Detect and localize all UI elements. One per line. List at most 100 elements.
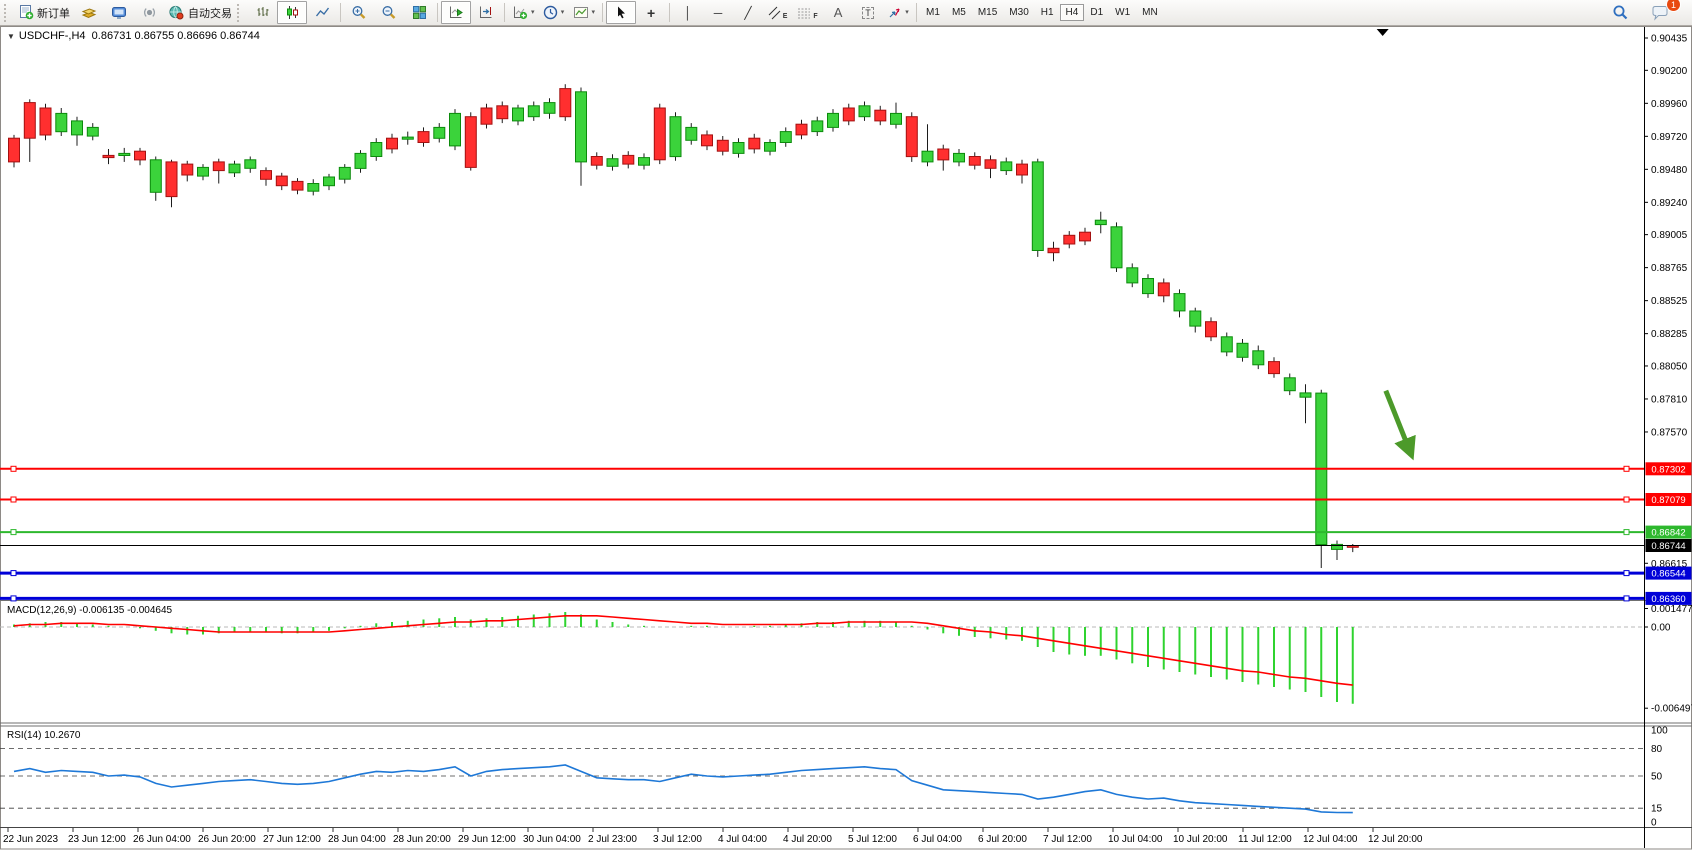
chart-title: ▼ USDCHF-,H4 0.86731 0.86755 0.86696 0.86… xyxy=(7,30,260,42)
fibonacci-tool-button[interactable]: F xyxy=(793,1,823,24)
tab-timeframe-m1[interactable]: M1 xyxy=(920,4,946,21)
svg-text:2 Jul 23:00: 2 Jul 23:00 xyxy=(588,834,637,845)
svg-text:0.87570: 0.87570 xyxy=(1651,428,1688,439)
hline-level-0.86360[interactable]: 0.86360 xyxy=(0,592,1692,605)
notifications-button[interactable]: 1 xyxy=(1645,1,1675,24)
current-price-line: 0.86744 xyxy=(0,539,1692,552)
chart-symbol-timeframe: USDCHF-,H4 xyxy=(19,30,86,42)
auto-trading-icon xyxy=(168,5,185,20)
macd-indicator-label: MACD(12,26,9) -0.006135 -0.004645 xyxy=(7,605,172,616)
arrows-tool-button[interactable]: ▾ xyxy=(883,1,913,24)
editor-icon xyxy=(111,5,128,20)
candlestick-chart-type-button[interactable] xyxy=(277,1,307,24)
svg-text:7 Jul 12:00: 7 Jul 12:00 xyxy=(1043,834,1092,845)
tab-timeframe-mn[interactable]: MN xyxy=(1136,4,1164,21)
svg-text:0.90435: 0.90435 xyxy=(1651,34,1688,45)
trendline-icon: ╱ xyxy=(744,7,751,19)
chart-canvas[interactable]: 0.904350.902000.899600.897200.894800.892… xyxy=(0,26,1692,850)
candlestick-series xyxy=(9,84,1359,568)
svg-text:0.88285: 0.88285 xyxy=(1651,329,1688,340)
svg-text:0.89720: 0.89720 xyxy=(1651,132,1688,143)
svg-text:27 Jun 12:00: 27 Jun 12:00 xyxy=(263,834,321,845)
notification-badge: 1 xyxy=(1666,0,1681,12)
editor-button[interactable] xyxy=(104,1,134,24)
toolbar-separator xyxy=(916,3,917,22)
tile-windows-icon xyxy=(412,5,427,20)
macd-name: MACD(12,26,9) xyxy=(7,605,76,616)
new-order-button[interactable]: 新订单 xyxy=(14,1,74,24)
zoom-in-button[interactable] xyxy=(344,1,374,24)
svg-text:0.86842: 0.86842 xyxy=(1651,528,1685,539)
new-chart-button[interactable]: ▾ xyxy=(508,1,539,24)
svg-text:10 Jul 04:00: 10 Jul 04:00 xyxy=(1108,834,1163,845)
chart-ohlc-values: 0.86731 0.86755 0.86696 0.86744 xyxy=(92,30,260,42)
toolbar-drag-handle[interactable] xyxy=(4,4,11,22)
macd-signal-line xyxy=(14,616,1353,685)
fibonacci-icon xyxy=(797,6,811,20)
cursor-icon xyxy=(614,5,628,20)
market-watch-button[interactable] xyxy=(74,1,104,24)
equidistant-channel-tool-button[interactable]: E xyxy=(763,1,793,24)
channel-letter: E xyxy=(783,13,788,20)
svg-text:0.86544: 0.86544 xyxy=(1651,569,1685,580)
tab-timeframe-m30[interactable]: M30 xyxy=(1003,4,1034,21)
svg-text:15: 15 xyxy=(1651,804,1663,815)
rsi-name: RSI(14) xyxy=(7,730,41,741)
svg-text:12 Jul 20:00: 12 Jul 20:00 xyxy=(1368,834,1423,845)
tab-timeframe-w1[interactable]: W1 xyxy=(1109,4,1136,21)
annotation-arrow[interactable] xyxy=(1386,391,1411,454)
tab-timeframe-m5[interactable]: M5 xyxy=(946,4,972,21)
text-label-tool-button[interactable]: T xyxy=(853,1,883,24)
svg-text:26 Jun 04:00: 26 Jun 04:00 xyxy=(133,834,191,845)
trendline-tool-button[interactable]: ╱ xyxy=(733,1,763,24)
tab-timeframe-h4[interactable]: H4 xyxy=(1060,4,1085,21)
fibonacci-letter: F xyxy=(813,13,817,20)
toolbar-drag-handle[interactable] xyxy=(237,4,244,22)
auto-trading-button[interactable]: 自动交易 xyxy=(164,1,236,24)
hline-level-0.87302[interactable]: 0.87302 xyxy=(0,462,1692,475)
chart-shift-button[interactable] xyxy=(471,1,501,24)
dropdown-caret-icon: ▾ xyxy=(531,9,535,16)
hline-level-0.86544[interactable]: 0.86544 xyxy=(0,567,1692,580)
svg-text:50: 50 xyxy=(1651,772,1663,783)
svg-text:30 Jun 04:00: 30 Jun 04:00 xyxy=(523,834,581,845)
tab-timeframe-h1[interactable]: H1 xyxy=(1035,4,1060,21)
horizontal-line-icon: ─ xyxy=(714,7,723,19)
hline-level-0.86842[interactable]: 0.86842 xyxy=(0,526,1692,539)
rsi-indicator-label: RSI(14) 10.2670 xyxy=(7,730,80,741)
vertical-line-tool-button[interactable]: │ xyxy=(673,1,703,24)
template-icon xyxy=(573,5,589,20)
horizontal-line-tool-button[interactable]: ─ xyxy=(703,1,733,24)
bar-chart-type-button[interactable] xyxy=(247,1,277,24)
svg-text:80: 80 xyxy=(1651,744,1663,755)
clock-icon xyxy=(543,5,558,20)
svg-text:0.89240: 0.89240 xyxy=(1651,198,1688,209)
svg-text:5 Jul 12:00: 5 Jul 12:00 xyxy=(848,834,897,845)
auto-scroll-button[interactable] xyxy=(441,1,471,24)
zoom-out-button[interactable] xyxy=(374,1,404,24)
new-order-icon xyxy=(18,5,34,20)
text-tool-button[interactable]: A xyxy=(823,1,853,24)
line-chart-type-button[interactable] xyxy=(307,1,337,24)
svg-text:26 Jun 20:00: 26 Jun 20:00 xyxy=(198,834,256,845)
tile-windows-button[interactable] xyxy=(404,1,434,24)
svg-text:0.89005: 0.89005 xyxy=(1651,230,1688,241)
toolbar-separator xyxy=(669,3,670,22)
svg-text:11 Jul 12:00: 11 Jul 12:00 xyxy=(1238,834,1292,845)
hline-level-0.87079[interactable]: 0.87079 xyxy=(0,493,1692,506)
zoom-out-icon xyxy=(381,5,397,21)
cursor-tool-button[interactable] xyxy=(606,1,636,24)
signals-button[interactable] xyxy=(134,1,164,24)
templates-button[interactable]: ▾ xyxy=(569,1,600,24)
tab-timeframe-m15[interactable]: M15 xyxy=(972,4,1003,21)
svg-text:0.89480: 0.89480 xyxy=(1651,165,1688,176)
periodicity-button[interactable]: ▾ xyxy=(539,1,569,24)
svg-text:28 Jun 20:00: 28 Jun 20:00 xyxy=(393,834,451,845)
svg-text:6 Jul 04:00: 6 Jul 04:00 xyxy=(913,834,962,845)
crosshair-tool-button[interactable]: + xyxy=(636,1,666,24)
dropdown-caret-icon: ▾ xyxy=(905,9,909,16)
new-chart-icon xyxy=(512,5,528,20)
tab-timeframe-d1[interactable]: D1 xyxy=(1084,4,1109,21)
search-button[interactable] xyxy=(1605,1,1635,24)
chart-collapse-caret-icon[interactable]: ▼ xyxy=(7,32,15,41)
